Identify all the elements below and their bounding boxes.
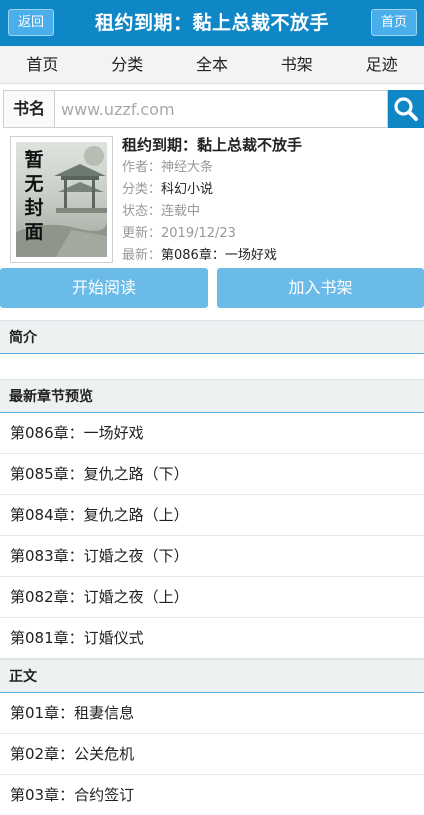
nav-item-history[interactable]: 足迹 xyxy=(339,46,424,83)
add-to-shelf-button[interactable]: 加入书架 xyxy=(217,268,424,308)
main-nav: 首页 分类 全本 书架 足迹 xyxy=(0,46,424,84)
start-reading-button[interactable]: 开始阅读 xyxy=(0,268,208,308)
page-title: 租约到期：黏上总裁不放手 xyxy=(94,12,329,34)
chapter-link[interactable]: 第084章：复仇之路（上） xyxy=(0,495,424,536)
intro-content xyxy=(0,354,424,379)
book-category[interactable]: 科幻小说 xyxy=(161,182,213,197)
book-author[interactable]: 神经大条 xyxy=(161,160,213,175)
book-title: 租约到期：黏上总裁不放手 xyxy=(122,136,303,154)
chapter-link[interactable]: 第081章：订婚仪式 xyxy=(0,618,424,659)
chapter-link[interactable]: 第086章：一场好戏 xyxy=(0,413,424,454)
nav-item-category[interactable]: 分类 xyxy=(85,46,170,83)
book-updated-row: 更新：2019/12/23 xyxy=(122,226,236,241)
search-type-label: 书名 xyxy=(3,90,55,128)
cover-image: 暂无封面 xyxy=(16,142,107,257)
cover-placeholder-text: 暂无封面 xyxy=(24,149,44,243)
book-updated: 2019/12/23 xyxy=(161,226,236,241)
chapter-link[interactable]: 第03章：合约签订 xyxy=(0,775,424,815)
home-button[interactable]: 首页 xyxy=(370,9,417,36)
body-chapters-heading: 正文 xyxy=(0,659,424,693)
chapter-link[interactable]: 第02章：公关危机 xyxy=(0,734,424,775)
chapter-link[interactable]: 第085章：复仇之路（下） xyxy=(0,454,424,495)
top-bar: 返回 租约到期：黏上总裁不放手 首页 xyxy=(0,0,424,46)
book-info: 暂无封面 租约到期：黏上总裁不放手 作者：神经大条 分类：科幻小说 状态：连载中… xyxy=(0,134,424,268)
search-input[interactable] xyxy=(55,90,388,128)
intro-heading: 简介 xyxy=(0,320,424,354)
chapter-link[interactable]: 第082章：订婚之夜（上） xyxy=(0,577,424,618)
chapter-link[interactable]: 第01章：租妻信息 xyxy=(0,693,424,734)
book-meta: 租约到期：黏上总裁不放手 作者：神经大条 分类：科幻小说 状态：连载中 更新：2… xyxy=(122,134,418,267)
search-bar: 书名 xyxy=(3,90,424,134)
book-latest-chapter[interactable]: 第086章：一场好戏 xyxy=(161,248,277,263)
nav-item-complete[interactable]: 全本 xyxy=(170,46,255,83)
book-status-row: 状态：连载中 xyxy=(122,204,201,219)
book-author-row: 作者：神经大条 xyxy=(122,160,214,175)
latest-chapters-heading: 最新章节预览 xyxy=(0,379,424,413)
book-latest-row: 最新：第086章：一场好戏 xyxy=(122,248,277,263)
nav-item-home[interactable]: 首页 xyxy=(0,46,85,83)
book-category-row: 分类：科幻小说 xyxy=(122,182,214,197)
body-chapter-list: 第01章：租妻信息 第02章：公关危机 第03章：合约签订 xyxy=(0,693,424,815)
book-status: 连载中 xyxy=(161,204,201,219)
search-icon xyxy=(394,97,418,121)
chapter-link[interactable]: 第083章：订婚之夜（下） xyxy=(0,536,424,577)
search-button[interactable] xyxy=(388,90,424,128)
nav-item-bookshelf[interactable]: 书架 xyxy=(254,46,339,83)
book-cover[interactable]: 暂无封面 xyxy=(10,136,113,263)
latest-chapter-list: 第086章：一场好戏 第085章：复仇之路（下） 第084章：复仇之路（上） 第… xyxy=(0,413,424,659)
action-buttons: 开始阅读 加入书架 xyxy=(0,268,424,320)
